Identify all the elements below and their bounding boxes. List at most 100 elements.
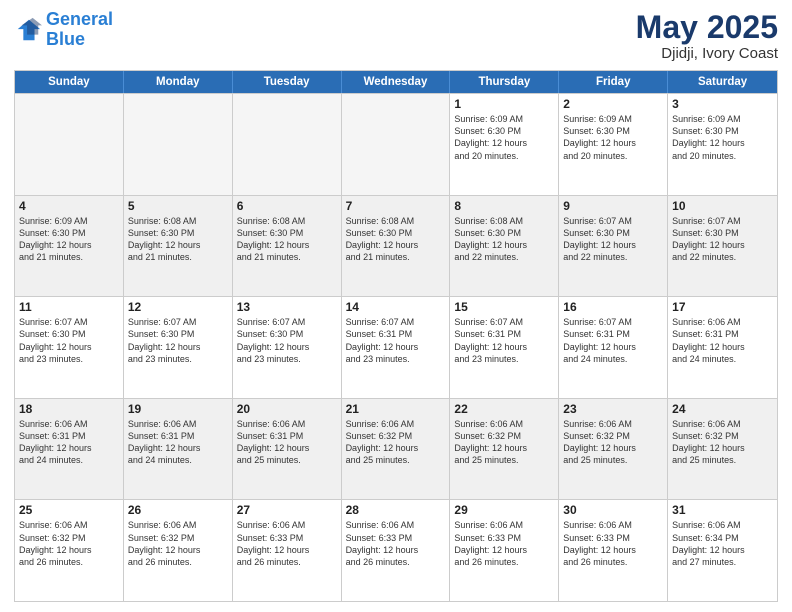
cell-sun-info: Sunrise: 6:06 AM Sunset: 6:33 PM Dayligh… (237, 519, 337, 568)
day-number: 8 (454, 199, 554, 213)
calendar-cell: 29Sunrise: 6:06 AM Sunset: 6:33 PM Dayli… (450, 500, 559, 601)
logo-text: General Blue (46, 10, 113, 50)
day-number: 7 (346, 199, 446, 213)
cell-sun-info: Sunrise: 6:06 AM Sunset: 6:31 PM Dayligh… (237, 418, 337, 467)
day-number: 4 (19, 199, 119, 213)
cell-sun-info: Sunrise: 6:07 AM Sunset: 6:31 PM Dayligh… (346, 316, 446, 365)
calendar-cell: 17 Sunrise: 6:06 AM Sunset: 6:31 PM Dayli… (668, 297, 777, 398)
logo: General Blue (14, 10, 113, 50)
calendar-header-cell: Thursday (450, 71, 559, 93)
calendar-cell: 7 Sunrise: 6:08 AM Sunset: 6:30 PM Daylig… (342, 196, 451, 297)
cell-sun-info: Sunrise: 6:06 AM Sunset: 6:31 PM Dayligh… (672, 316, 773, 365)
calendar-cell: 21 Sunrise: 6:06 AM Sunset: 6:32 PM Dayli… (342, 399, 451, 500)
day-number: 17 (672, 300, 773, 314)
cell-sun-info: Sunrise: 6:07 AM Sunset: 6:30 PM Dayligh… (563, 215, 663, 264)
day-number: 13 (237, 300, 337, 314)
day-number: 12 (128, 300, 228, 314)
cell-sun-info: Sunrise: 6:07 AM Sunset: 6:30 PM Dayligh… (237, 316, 337, 365)
day-number: 9 (563, 199, 663, 213)
logo-line1: General (46, 9, 113, 29)
day-number: 15 (454, 300, 554, 314)
calendar-row: 4 Sunrise: 6:09 AM Sunset: 6:30 PM Daylig… (15, 195, 777, 297)
day-number: 28 (346, 503, 446, 517)
cell-sun-info: Sunrise: 6:06 AM Sunset: 6:32 PM Dayligh… (454, 418, 554, 467)
cell-sun-info: Sunrise: 6:06 AM Sunset: 6:32 PM Dayligh… (346, 418, 446, 467)
calendar-body: 1 Sunrise: 6:09 AM Sunset: 6:30 PM Daylig… (15, 93, 777, 601)
calendar-header-cell: Friday (559, 71, 668, 93)
header: General Blue May 2025 Djidji, Ivory Coas… (14, 10, 778, 62)
day-number: 22 (454, 402, 554, 416)
cell-sun-info: Sunrise: 6:06 AM Sunset: 6:34 PM Dayligh… (672, 519, 773, 568)
calendar-cell: 13 Sunrise: 6:07 AM Sunset: 6:30 PM Dayli… (233, 297, 342, 398)
day-number: 21 (346, 402, 446, 416)
calendar-cell (15, 94, 124, 195)
calendar-header-cell: Saturday (668, 71, 777, 93)
cell-sun-info: Sunrise: 6:06 AM Sunset: 6:32 PM Dayligh… (19, 519, 119, 568)
day-number: 19 (128, 402, 228, 416)
calendar-cell: 19 Sunrise: 6:06 AM Sunset: 6:31 PM Dayli… (124, 399, 233, 500)
cell-sun-info: Sunrise: 6:08 AM Sunset: 6:30 PM Dayligh… (454, 215, 554, 264)
day-number: 30 (563, 503, 663, 517)
day-number: 16 (563, 300, 663, 314)
calendar-cell: 2 Sunrise: 6:09 AM Sunset: 6:30 PM Daylig… (559, 94, 668, 195)
calendar-cell: 15 Sunrise: 6:07 AM Sunset: 6:31 PM Dayli… (450, 297, 559, 398)
calendar-cell: 9 Sunrise: 6:07 AM Sunset: 6:30 PM Daylig… (559, 196, 668, 297)
calendar-cell: 16 Sunrise: 6:07 AM Sunset: 6:31 PM Dayli… (559, 297, 668, 398)
calendar-cell: 3 Sunrise: 6:09 AM Sunset: 6:30 PM Daylig… (668, 94, 777, 195)
calendar-subtitle: Djidji, Ivory Coast (636, 45, 778, 62)
calendar-cell: 18Sunrise: 6:06 AM Sunset: 6:31 PM Dayli… (15, 399, 124, 500)
day-number: 26 (128, 503, 228, 517)
calendar-header-cell: Tuesday (233, 71, 342, 93)
logo-line2: Blue (46, 29, 85, 49)
cell-sun-info: Sunrise: 6:06 AM Sunset: 6:33 PM Dayligh… (346, 519, 446, 568)
calendar-cell: 26 Sunrise: 6:06 AM Sunset: 6:32 PM Dayli… (124, 500, 233, 601)
day-number: 20 (237, 402, 337, 416)
calendar-cell: 4 Sunrise: 6:09 AM Sunset: 6:30 PM Daylig… (15, 196, 124, 297)
page: General Blue May 2025 Djidji, Ivory Coas… (0, 0, 792, 612)
cell-sun-info: Sunrise: 6:06 AM Sunset: 6:32 PM Dayligh… (563, 418, 663, 467)
calendar-row: 11Sunrise: 6:07 AM Sunset: 6:30 PM Dayli… (15, 296, 777, 398)
calendar-cell: 5Sunrise: 6:08 AM Sunset: 6:30 PM Daylig… (124, 196, 233, 297)
calendar-row: 18 Sunrise: 6:06 AM Sunset: 6:31 PM Dayli… (15, 398, 777, 500)
cell-sun-info: Sunrise: 6:06 AM Sunset: 6:31 PM Dayligh… (128, 418, 228, 467)
calendar-cell: 27 Sunrise: 6:06 AM Sunset: 6:33 PM Dayli… (233, 500, 342, 601)
day-number: 18 (19, 402, 119, 416)
calendar-cell: 11Sunrise: 6:07 AM Sunset: 6:30 PM Dayli… (15, 297, 124, 398)
cell-sun-info: Sunrise: 6:06 AM Sunset: 6:32 PM Dayligh… (128, 519, 228, 568)
day-number: 29 (454, 503, 554, 517)
calendar-cell: 23Sunrise: 6:06 AM Sunset: 6:32 PM Dayli… (559, 399, 668, 500)
cell-sun-info: Sunrise: 6:07 AM Sunset: 6:31 PM Dayligh… (563, 316, 663, 365)
calendar-cell: 20 Sunrise: 6:06 AM Sunset: 6:31 PM Dayli… (233, 399, 342, 500)
calendar-header-cell: Sunday (15, 71, 124, 93)
day-number: 24 (672, 402, 773, 416)
calendar-row: 25Sunrise: 6:06 AM Sunset: 6:32 PM Dayli… (15, 499, 777, 601)
cell-sun-info: Sunrise: 6:07 AM Sunset: 6:30 PM Dayligh… (672, 215, 773, 264)
calendar-cell: 12 Sunrise: 6:07 AM Sunset: 6:30 PM Dayli… (124, 297, 233, 398)
day-number: 10 (672, 199, 773, 213)
calendar-title: May 2025 (636, 10, 778, 45)
cell-sun-info: Sunrise: 6:07 AM Sunset: 6:30 PM Dayligh… (128, 316, 228, 365)
cell-sun-info: Sunrise: 6:09 AM Sunset: 6:30 PM Dayligh… (672, 113, 773, 162)
calendar-cell: 25Sunrise: 6:06 AM Sunset: 6:32 PM Dayli… (15, 500, 124, 601)
day-number: 3 (672, 97, 773, 111)
calendar-cell (124, 94, 233, 195)
day-number: 14 (346, 300, 446, 314)
cell-sun-info: Sunrise: 6:07 AM Sunset: 6:31 PM Dayligh… (454, 316, 554, 365)
cell-sun-info: Sunrise: 6:09 AM Sunset: 6:30 PM Dayligh… (19, 215, 119, 264)
calendar-cell: 6Sunrise: 6:08 AM Sunset: 6:30 PM Daylig… (233, 196, 342, 297)
calendar: SundayMondayTuesdayWednesdayThursdayFrid… (14, 70, 778, 602)
cell-sun-info: Sunrise: 6:08 AM Sunset: 6:30 PM Dayligh… (346, 215, 446, 264)
logo-icon (14, 16, 42, 44)
cell-sun-info: Sunrise: 6:06 AM Sunset: 6:32 PM Dayligh… (672, 418, 773, 467)
day-number: 2 (563, 97, 663, 111)
day-number: 5 (128, 199, 228, 213)
day-number: 27 (237, 503, 337, 517)
calendar-cell: 14 Sunrise: 6:07 AM Sunset: 6:31 PM Dayli… (342, 297, 451, 398)
calendar-cell: 30Sunrise: 6:06 AM Sunset: 6:33 PM Dayli… (559, 500, 668, 601)
calendar-cell: 24 Sunrise: 6:06 AM Sunset: 6:32 PM Dayli… (668, 399, 777, 500)
title-block: May 2025 Djidji, Ivory Coast (636, 10, 778, 62)
calendar-header-cell: Wednesday (342, 71, 451, 93)
cell-sun-info: Sunrise: 6:09 AM Sunset: 6:30 PM Dayligh… (563, 113, 663, 162)
day-number: 1 (454, 97, 554, 111)
calendar-row: 1 Sunrise: 6:09 AM Sunset: 6:30 PM Daylig… (15, 93, 777, 195)
